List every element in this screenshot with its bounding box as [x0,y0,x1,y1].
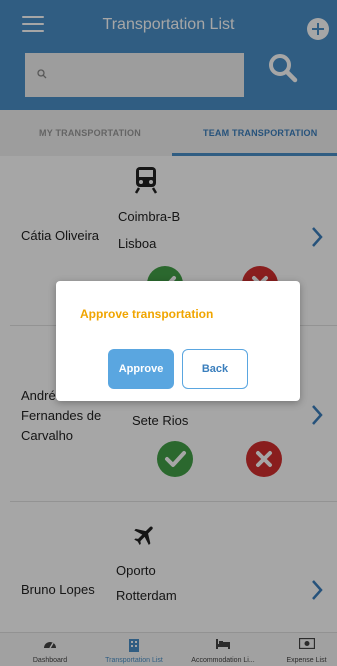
approve-confirm-button[interactable]: Approve [108,349,174,389]
back-button[interactable]: Back [182,349,248,389]
approve-dialog: Approve transportation Approve Back [56,281,300,401]
dialog-title: Approve transportation [80,307,214,321]
